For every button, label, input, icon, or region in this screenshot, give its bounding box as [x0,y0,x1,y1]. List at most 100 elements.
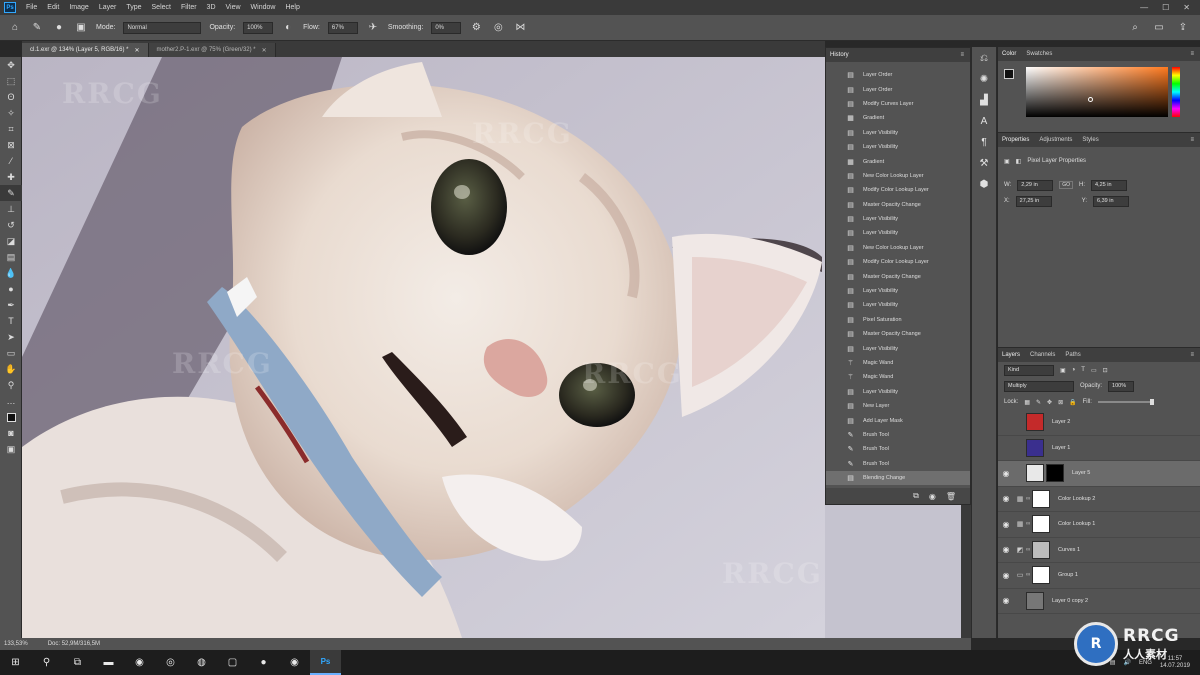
visibility-eye-icon[interactable]: ◉ [998,469,1014,478]
layer-thumbnail[interactable] [1032,515,1050,534]
fill-slider-thumb[interactable] [1149,399,1154,405]
move-tool-icon[interactable]: ✥ [0,57,22,73]
gear-icon[interactable]: ⚙ [469,21,483,35]
close-icon[interactable]: ✕ [1183,3,1190,12]
history-item[interactable]: ▤ Layer Visibility [826,284,970,298]
3d-panel-icon[interactable]: ⬢ [980,179,989,190]
menu-filter[interactable]: Filter [181,4,197,11]
history-item[interactable]: ✎ Brush Tool [826,428,970,442]
y-input[interactable]: 6,39 in [1093,195,1130,207]
history-item[interactable]: ▤ Pixel Saturation [826,313,970,327]
history-item[interactable]: ▤ Modify Color Lookup Layer [826,183,970,197]
menu-file[interactable]: File [26,4,37,11]
paragraph-panel-icon[interactable]: ¶ [981,137,986,148]
app-icon-2[interactable]: ◍ [186,650,217,675]
layer-row[interactable]: Layer 2 [998,410,1200,436]
brush-size-picker-icon[interactable]: ● [52,21,66,35]
menu-image[interactable]: Image [69,4,88,11]
chrome-icon[interactable]: ◉ [124,650,155,675]
brush-settings-panel-icon[interactable]: ✺ [980,74,988,85]
quick-selection-tool-icon[interactable]: ✧ [0,105,22,121]
lock-image-icon[interactable]: ✎ [1036,399,1041,406]
history-item[interactable]: ⚚ Magic Wand [826,370,970,384]
document-tab-1[interactable]: cl.1.exr @ 134% (Layer 5, RGB/16) * ✕ [22,43,149,57]
document-canvas[interactable]: RRCG RRCG RRCG RRCG RRCG [22,57,825,638]
menu-window[interactable]: Window [251,4,276,11]
tab-styles[interactable]: Styles [1082,137,1098,143]
foreground-color-swatch[interactable] [1004,69,1014,79]
healing-brush-tool-icon[interactable]: ✚ [0,169,22,185]
task-view-icon[interactable]: ⧉ [62,650,93,675]
smoothing-input[interactable]: 0% [431,21,462,34]
history-item[interactable]: ▤ Modify Color Lookup Layer [826,255,970,269]
snapshot-camera-icon[interactable]: ◉ [929,492,936,501]
filter-type-icon[interactable]: T [1081,367,1085,373]
layer-thumbnail[interactable] [1032,540,1050,559]
more-tools-icon[interactable]: … [0,393,22,409]
record-icon[interactable]: ◉ [279,650,310,675]
layer-thumbnail[interactable] [1026,464,1044,483]
menu-type[interactable]: Type [126,4,141,11]
app-icon-1[interactable]: ◎ [155,650,186,675]
layer-row[interactable]: ◉ Layer 5 [998,461,1200,487]
app-icon-3[interactable]: ▢ [217,650,248,675]
filter-smart-object-icon[interactable]: ⊡ [1103,367,1108,374]
filter-adjustment-icon[interactable]: ◑ [1072,367,1076,373]
symmetry-icon[interactable]: ⋈ [513,21,527,35]
search-icon[interactable]: ⌕ [1128,21,1142,35]
tab-layers[interactable]: Layers [1002,352,1020,358]
lock-all-icon[interactable]: 🔒 [1069,399,1076,406]
visibility-eye-icon[interactable]: ◉ [998,545,1014,554]
history-item[interactable]: ▤ Blending Change [826,470,970,486]
height-input[interactable]: 4,25 in [1091,179,1128,191]
tab-color[interactable]: Color [1002,51,1016,57]
menu-select[interactable]: Select [152,4,171,11]
history-item[interactable]: ▤ Layer Order [826,68,970,82]
layer-opacity-input[interactable]: 100% [1108,380,1135,392]
link-dimensions-icon[interactable]: GO [1059,181,1074,189]
history-item[interactable]: ▤ Layer Visibility [826,298,970,312]
clone-stamp-tool-icon[interactable]: ⊥ [0,201,22,217]
character-panel-icon[interactable]: A [981,116,988,127]
lock-transparent-icon[interactable]: ▦ [1024,399,1030,406]
tab-swatches[interactable]: Swatches [1026,51,1052,57]
blur-tool-icon[interactable]: 💧 [0,265,22,281]
maximize-icon[interactable]: ☐ [1162,3,1169,12]
crop-tool-icon[interactable]: ⌗ [0,121,22,137]
mode-select[interactable]: Normal [123,21,202,34]
color-swatches-icon[interactable] [0,409,22,425]
screen-mode-icon[interactable]: ▣ [0,441,22,457]
workspace-icon[interactable]: ▭ [1152,21,1166,35]
visibility-eye-icon[interactable]: ◉ [998,494,1014,503]
photoshop-taskbar-icon[interactable]: Ps [310,650,341,675]
visibility-eye-icon[interactable]: ◉ [998,596,1014,605]
layer-thumbnail[interactable] [1032,489,1050,508]
width-input[interactable]: 2,29 in [1017,179,1054,191]
brush-settings-icon[interactable]: ▣ [74,21,88,35]
history-item[interactable]: ▤ Master Opacity Change [826,327,970,341]
menu-3d[interactable]: 3D [207,4,216,11]
layer-filter-kind-select[interactable]: Kind [1004,364,1054,376]
fill-slider[interactable] [1097,399,1154,405]
pen-tool-icon[interactable]: ✒ [0,297,22,313]
brush-tool-icon[interactable]: ✎ [0,185,22,201]
history-brush-tool-icon[interactable]: ↺ [0,217,22,233]
history-item[interactable]: ▦ Gradient [826,111,970,125]
zoom-tool-icon[interactable]: ⚲ [0,377,22,393]
visibility-eye-icon[interactable]: ◉ [998,571,1014,580]
file-explorer-icon[interactable]: ▬ [93,650,124,675]
flow-input[interactable]: 67% [327,21,358,34]
pressure-size-icon[interactable]: ◎ [491,21,505,35]
tab-adjustments[interactable]: Adjustments [1039,137,1072,143]
tab-properties[interactable]: Properties [1002,137,1029,143]
history-item[interactable]: ▤ Master Opacity Change [826,198,970,212]
new-document-from-state-icon[interactable]: ⧉ [913,491,919,501]
layer-thumbnail[interactable] [1026,438,1044,457]
airbrush-icon[interactable]: ✈ [366,21,380,35]
close-tab-icon[interactable]: ✕ [134,47,139,54]
history-item[interactable]: ▤ New Color Lookup Layer [826,169,970,183]
mask-icon[interactable]: ◧ [1016,158,1022,165]
opacity-input[interactable]: 100% [243,21,274,34]
layer-mask-thumbnail[interactable] [1046,464,1064,483]
eyedropper-tool-icon[interactable]: ⁄ [0,153,22,169]
